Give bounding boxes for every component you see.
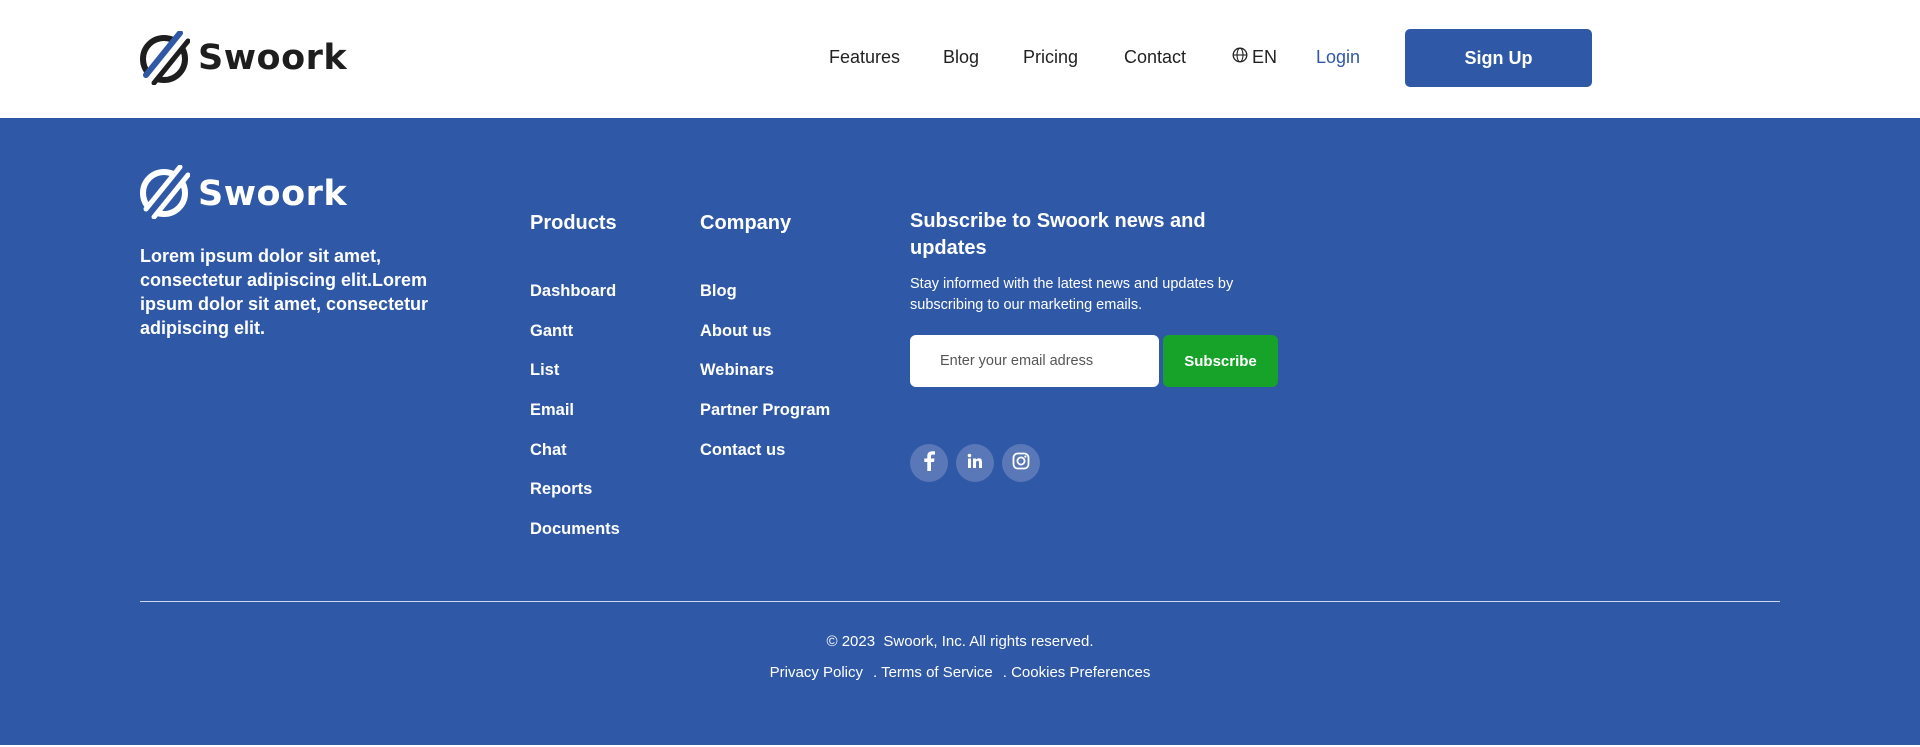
- terms-of-service-link[interactable]: . Terms of Service: [873, 664, 993, 681]
- footer: Swoork Lorem ipsum dolor sit amet, conse…: [0, 118, 1920, 745]
- brand-logo-icon: [140, 31, 190, 85]
- facebook-link[interactable]: [910, 444, 948, 482]
- products-link-email[interactable]: Email: [530, 400, 620, 440]
- privacy-policy-link[interactable]: Privacy Policy: [770, 664, 863, 681]
- instagram-link[interactable]: [1002, 444, 1040, 482]
- company-link-partner-program[interactable]: Partner Program: [700, 400, 830, 440]
- language-label: EN: [1252, 47, 1278, 67]
- company-heading: Company: [700, 212, 792, 234]
- brand[interactable]: Swoork: [140, 31, 348, 85]
- linkedin-icon: [967, 453, 983, 474]
- footer-logo-icon: [140, 164, 191, 224]
- company-link-blog[interactable]: Blog: [700, 281, 830, 321]
- subscribe-heading: Subscribe to Swoork news and updates: [910, 210, 1206, 259]
- nav-features[interactable]: Features: [829, 40, 900, 74]
- language-selector[interactable]: EN: [1232, 40, 1277, 74]
- copyright-text: © 2023 Swoork, Inc. All rights reserved.: [826, 633, 1094, 650]
- subscribe-button[interactable]: Subscribe: [1163, 335, 1278, 387]
- facebook-icon: [921, 450, 937, 476]
- globe-icon: [1232, 40, 1248, 74]
- top-navbar: Swoork Features Blog Pricing Contact EN …: [0, 0, 1920, 118]
- footer-about-text: Lorem ipsum dolor sit amet, consectetur …: [140, 246, 429, 338]
- nav-pricing[interactable]: Pricing: [1023, 40, 1078, 74]
- products-link-dashboard[interactable]: Dashboard: [530, 281, 620, 321]
- company-list: Blog About us Webinars Partner Program C…: [700, 281, 830, 479]
- login-link[interactable]: Login: [1316, 40, 1360, 74]
- subscribe-description: Stay informed with the latest news and u…: [910, 276, 1234, 313]
- products-list: Dashboard Gantt List Email Chat Reports …: [530, 281, 620, 559]
- sign-up-button[interactable]: Sign Up: [1405, 29, 1592, 87]
- footer-brand-name: Swoork: [198, 174, 348, 214]
- nav-contact[interactable]: Contact: [1124, 40, 1186, 74]
- email-input[interactable]: [910, 335, 1159, 387]
- products-heading: Products: [530, 212, 617, 234]
- linkedin-link[interactable]: [956, 444, 994, 482]
- footer-divider: [140, 601, 1780, 602]
- products-link-reports[interactable]: Reports: [530, 479, 620, 519]
- footer-brand[interactable]: Swoork: [140, 164, 348, 220]
- company-link-webinars[interactable]: Webinars: [700, 360, 830, 400]
- products-link-documents[interactable]: Documents: [530, 519, 620, 559]
- products-link-list[interactable]: List: [530, 360, 620, 400]
- legal-links: Privacy Policy . Terms of Service . Cook…: [0, 664, 1920, 681]
- nav-blog[interactable]: Blog: [943, 40, 979, 74]
- cookies-preferences-link[interactable]: . Cookies Preferences: [1003, 664, 1151, 681]
- products-link-chat[interactable]: Chat: [530, 440, 620, 480]
- company-link-contact-us[interactable]: Contact us: [700, 440, 830, 480]
- brand-name: Swoork: [198, 38, 348, 78]
- products-link-gantt[interactable]: Gantt: [530, 321, 620, 361]
- instagram-icon: [1012, 452, 1030, 475]
- company-link-about-us[interactable]: About us: [700, 321, 830, 361]
